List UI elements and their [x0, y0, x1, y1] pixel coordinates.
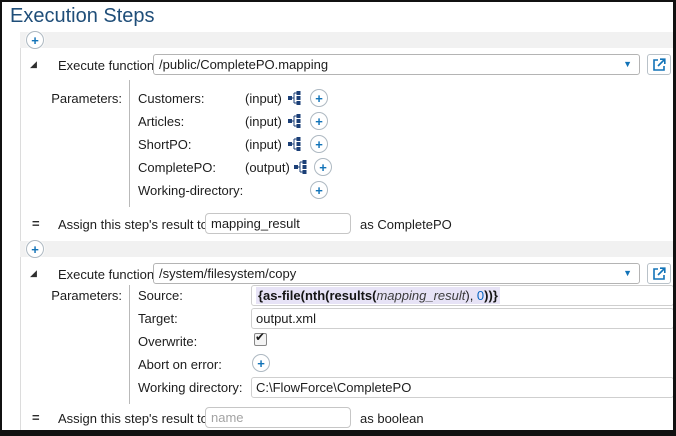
steps-table-left-border — [20, 32, 21, 430]
step1-param-add-button[interactable]: + — [310, 135, 328, 153]
chevron-down-icon[interactable]: ▼ — [623, 269, 632, 278]
step2-open-function-button[interactable] — [647, 263, 671, 284]
plus-icon: + — [31, 243, 39, 256]
plus-icon: + — [315, 92, 323, 105]
abort-on-error-add-button[interactable]: + — [252, 354, 270, 372]
add-step-button-top[interactable]: + — [26, 31, 44, 49]
plus-icon: + — [31, 34, 39, 47]
step2-function-value: /system/filesystem/copy — [159, 266, 296, 281]
step1-assign-label: Assign this step's result to — [58, 217, 208, 232]
step1-assign-type-label: as CompletePO — [360, 217, 452, 232]
step1-param-name: Working-directory: — [138, 183, 243, 198]
step2-params-separator — [129, 285, 130, 404]
step1-param-add-button[interactable]: + — [310, 181, 328, 199]
step2-param-name: Overwrite: — [138, 334, 197, 349]
plus-icon: + — [319, 161, 327, 174]
plus-icon: + — [315, 115, 323, 128]
structure-tree-icon — [288, 91, 302, 105]
execution-steps-panel: Execution Steps + ◢ Execute function /pu… — [0, 0, 676, 436]
step1-execute-function-label: Execute function — [58, 58, 154, 73]
step1-param-value: (output) — [245, 160, 290, 175]
plus-icon: + — [315, 138, 323, 151]
step1-param-value: (input) — [245, 137, 282, 152]
structure-tree-icon — [288, 137, 302, 151]
step1-param-add-button[interactable]: + — [314, 158, 332, 176]
step1-parameters-label: Parameters: — [48, 91, 122, 106]
step1-param-name: ShortPO: — [138, 137, 191, 152]
source-expression-input[interactable]: {as-file(nth(results(mapping_result), 0)… — [251, 285, 674, 306]
target-input[interactable]: output.xml — [251, 308, 674, 329]
step1-param-name: Articles: — [138, 114, 184, 129]
step1-param-name: Customers: — [138, 91, 204, 106]
structure-tree-icon — [294, 160, 308, 174]
step2-result-name-input[interactable] — [205, 407, 351, 428]
step2-assign-equals-icon: = — [32, 410, 40, 425]
insert-step-band-middle — [20, 241, 673, 257]
step1-expander-icon[interactable]: ◢ — [30, 60, 37, 69]
step1-param-value: (input) — [245, 114, 282, 129]
chevron-down-icon[interactable]: ▼ — [623, 60, 632, 69]
step2-function-combobox[interactable]: /system/filesystem/copy ▼ — [153, 263, 640, 284]
open-in-window-icon — [653, 267, 666, 280]
working-directory-value: C:\FlowForce\CompletePO — [256, 380, 411, 395]
check-icon: ✔ — [255, 331, 265, 343]
page-title: Execution Steps — [10, 5, 155, 28]
step1-function-combobox[interactable]: /public/CompletePO.mapping ▼ — [153, 54, 640, 75]
step1-param-value: (input) — [245, 91, 282, 106]
step1-param-add-button[interactable]: + — [310, 112, 328, 130]
step1-params-separator — [129, 80, 130, 207]
overwrite-checkbox[interactable]: ✔ — [254, 333, 267, 346]
add-step-button-middle[interactable]: + — [26, 240, 44, 258]
target-value: output.xml — [256, 311, 316, 326]
open-in-window-icon — [653, 58, 666, 71]
step1-function-value: /public/CompletePO.mapping — [159, 57, 328, 72]
plus-icon: + — [315, 184, 323, 197]
working-directory-input[interactable]: C:\FlowForce\CompletePO — [251, 377, 674, 398]
step1-open-function-button[interactable] — [647, 54, 671, 75]
step1-param-add-button[interactable]: + — [310, 89, 328, 107]
step2-param-name: Source: — [138, 288, 183, 303]
step2-param-name: Abort on error: — [138, 357, 222, 372]
expression-value: {as-file(nth(results(mapping_result), 0)… — [256, 287, 500, 304]
step1-result-name-input[interactable] — [205, 213, 351, 234]
insert-step-band-top — [20, 32, 673, 48]
step2-param-name: Working directory: — [138, 380, 243, 395]
step2-execute-function-label: Execute function — [58, 267, 154, 282]
step2-parameters-label: Parameters: — [48, 288, 122, 303]
step2-assign-label: Assign this step's result to — [58, 411, 208, 426]
structure-tree-icon — [288, 114, 302, 128]
step1-assign-equals-icon: = — [32, 216, 40, 231]
step1-param-name: CompletePO: — [138, 160, 216, 175]
step2-assign-type-label: as boolean — [360, 411, 424, 426]
step2-param-name: Target: — [138, 311, 178, 326]
step2-expander-icon[interactable]: ◢ — [30, 269, 37, 278]
plus-icon: + — [257, 357, 265, 370]
